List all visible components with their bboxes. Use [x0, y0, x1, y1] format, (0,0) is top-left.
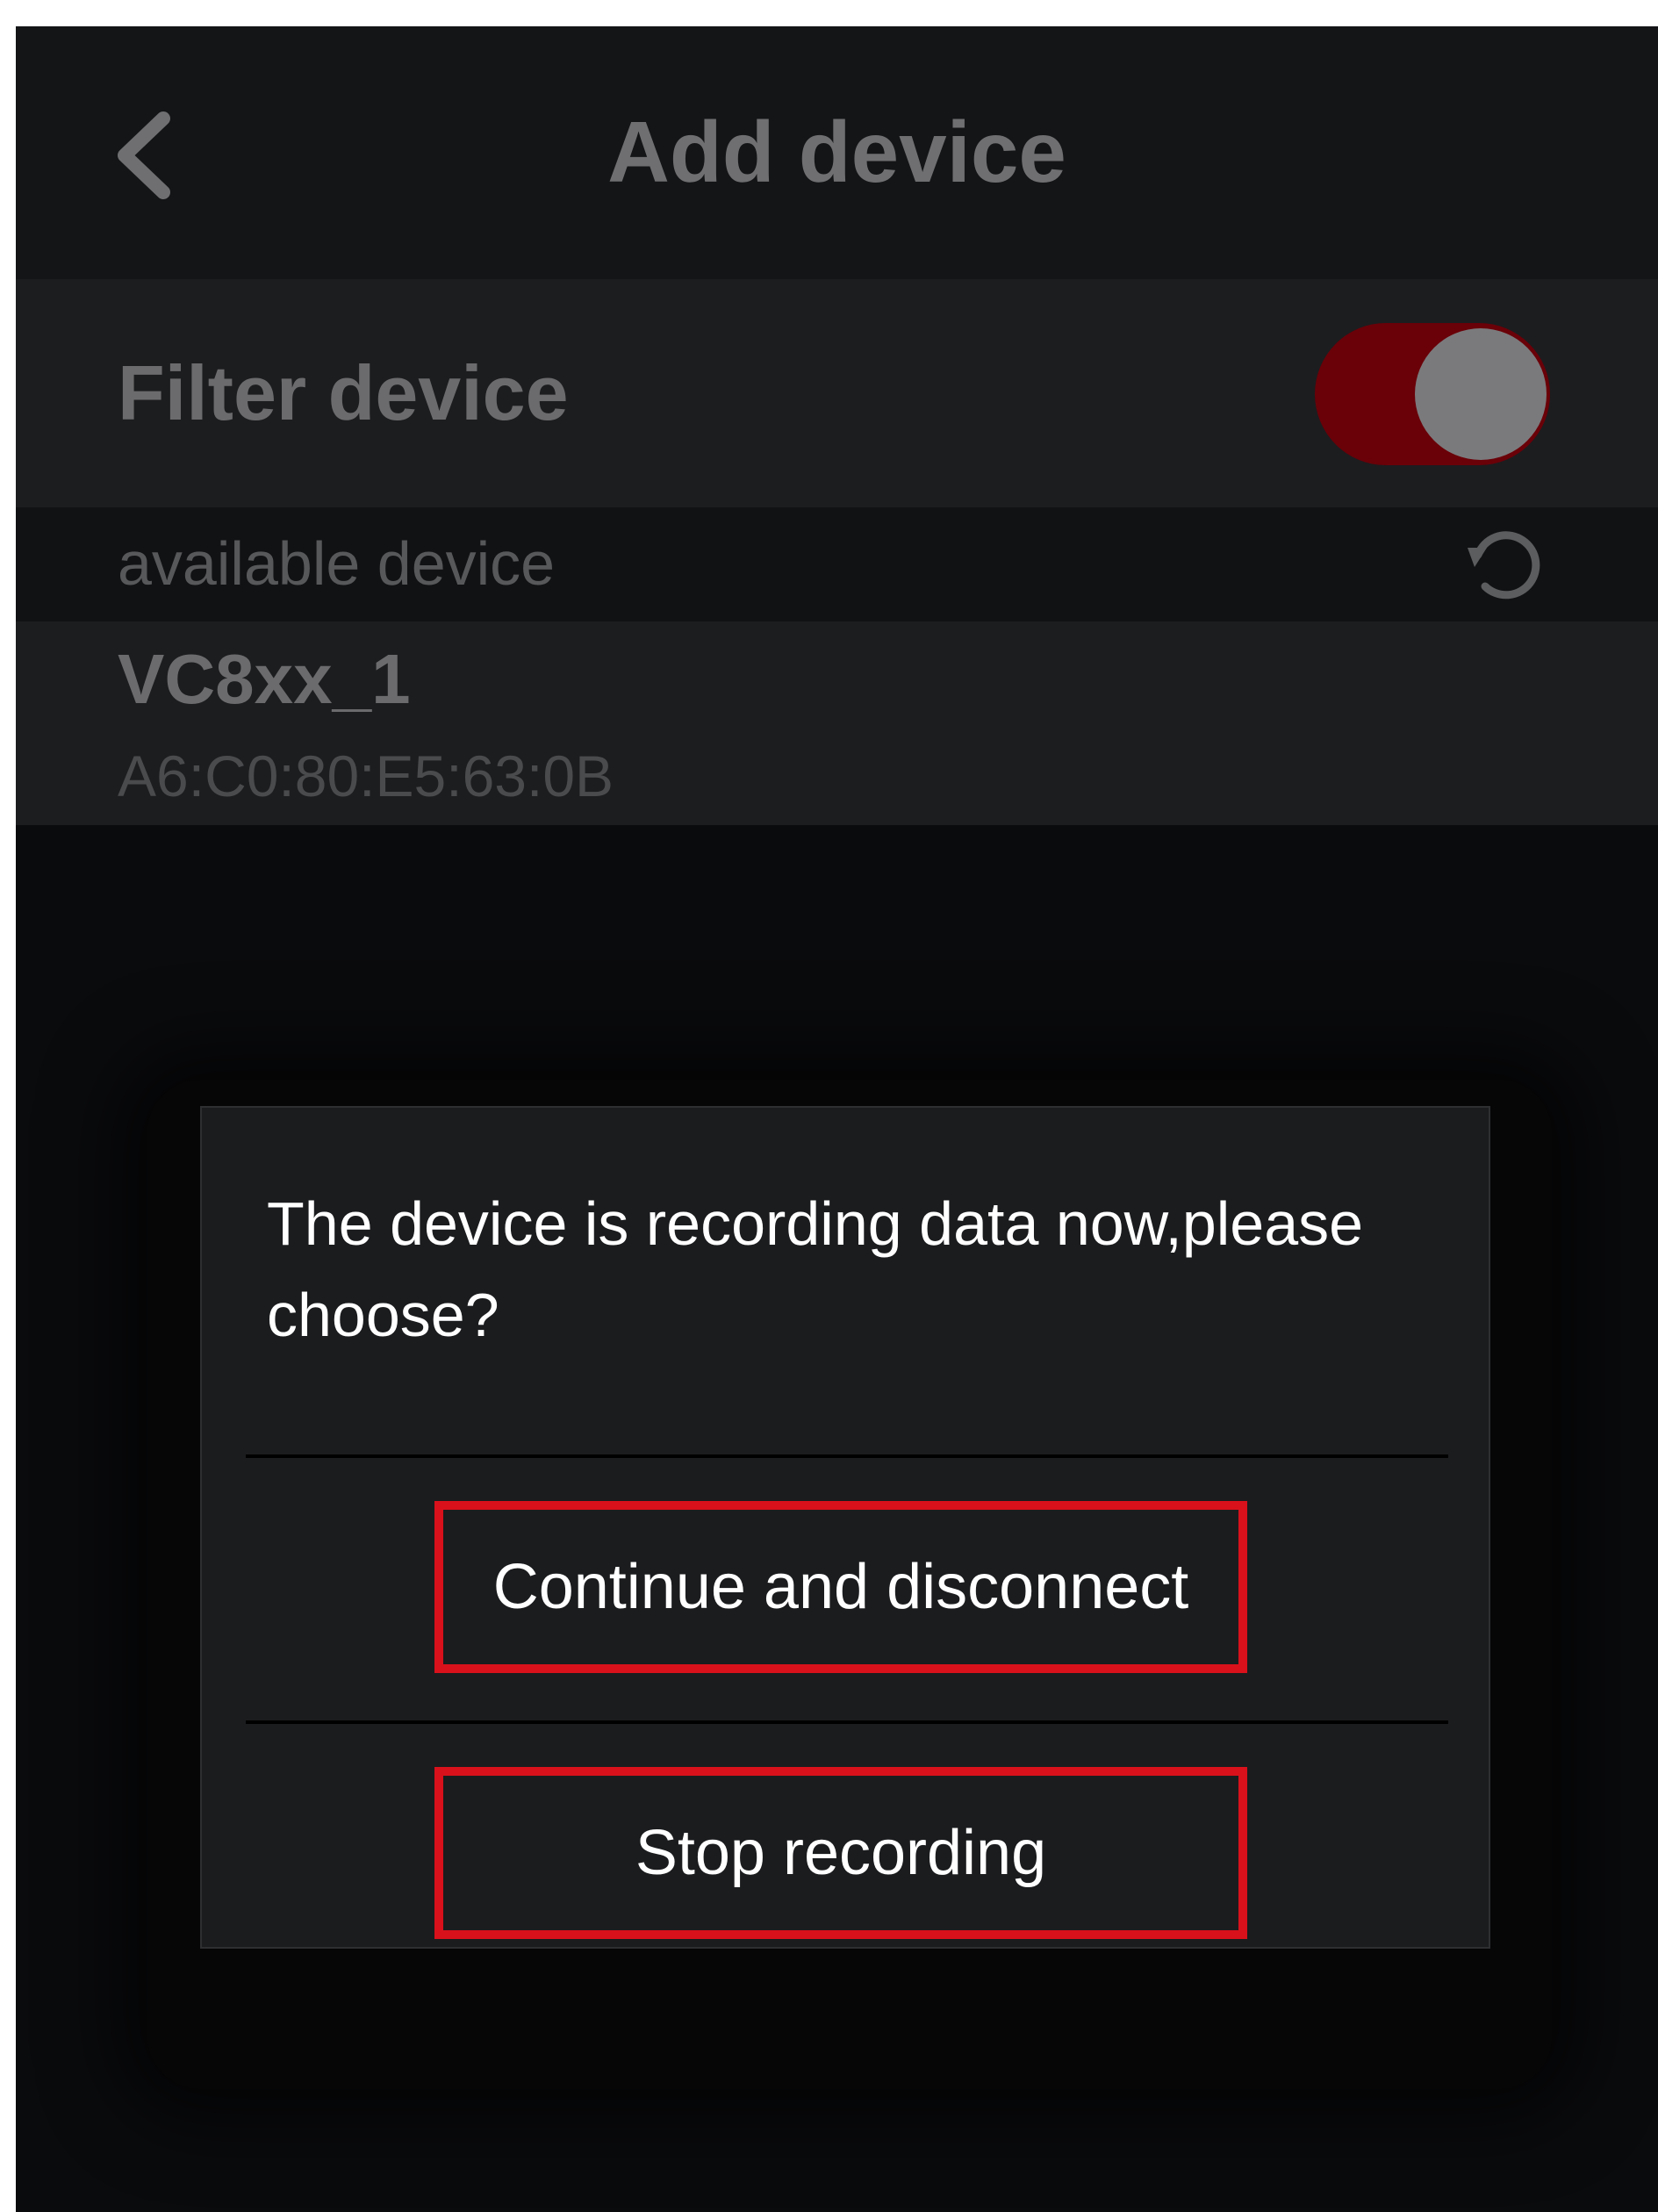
- header-bar: Add device: [16, 26, 1658, 279]
- section-label: available device: [118, 529, 556, 598]
- device-name: VC8xx_1: [118, 640, 411, 718]
- recording-dialog: The device is recording data now,please …: [200, 1106, 1490, 1949]
- toggle-knob: [1415, 328, 1547, 460]
- refresh-button[interactable]: [1464, 525, 1545, 606]
- device-mac-address: A6:C0:80:E5:63:0B: [118, 743, 614, 808]
- dialog-divider: [246, 1720, 1448, 1724]
- filter-device-row: Filter device: [16, 279, 1658, 507]
- page-title: Add device: [607, 104, 1066, 200]
- filter-device-toggle[interactable]: [1315, 323, 1550, 465]
- continue-and-disconnect-button[interactable]: Continue and disconnect: [434, 1501, 1247, 1673]
- filter-device-label: Filter device: [118, 349, 569, 436]
- device-list-item[interactable]: VC8xx_1 A6:C0:80:E5:63:0B: [16, 621, 1658, 825]
- app-screen: Add device Filter device available devic…: [16, 26, 1658, 2212]
- dialog-message: The device is recording data now,please …: [267, 1189, 1364, 1349]
- stop-recording-button[interactable]: Stop recording: [434, 1767, 1247, 1939]
- dialog-divider: [246, 1454, 1448, 1458]
- available-device-section-header: available device: [16, 507, 1658, 621]
- refresh-icon: [1468, 531, 1540, 600]
